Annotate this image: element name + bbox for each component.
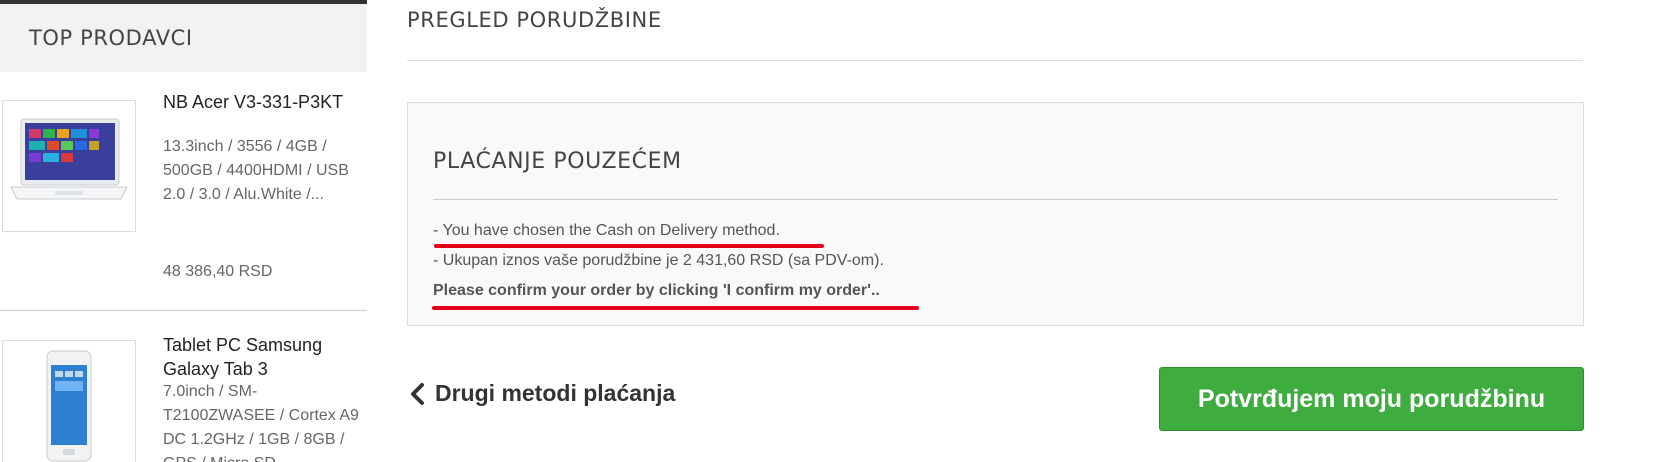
- order-total-info: - Ukupan iznos vaše porudžbine je 2 431,…: [433, 252, 884, 269]
- product-description: 7.0inch / SM-T2100ZWASEE / Cortex A9 DC …: [163, 383, 359, 462]
- sidebar: TOP PRODAVCI NB Acer V3-331-P3KT 13.3inc…: [0, 0, 367, 462]
- product-description: 13.3inch / 3556 / 4GB / 500GB / 4400HDMI…: [163, 138, 349, 203]
- page-title: PREGLED PORUDŽBINE: [407, 8, 662, 32]
- payment-method-panel: PLAĆANJE POUZEĆEM - You have chosen the …: [407, 102, 1584, 326]
- sidebar-header: TOP PRODAVCI: [0, 0, 367, 72]
- red-underline-annotation: [432, 306, 919, 310]
- other-payment-methods-link[interactable]: Drugi metodi plaćanja: [407, 380, 675, 407]
- sidebar-divider: [0, 310, 367, 311]
- tablet-image[interactable]: [2, 340, 136, 462]
- back-link-label[interactable]: Drugi metodi plaćanja: [435, 380, 675, 407]
- panel-divider: [433, 199, 1558, 200]
- chevron-left-icon: [407, 382, 427, 406]
- payment-method-title: PLAĆANJE POUZEĆEM: [433, 149, 682, 174]
- confirm-order-button[interactable]: Potvrđujem moju porudžbinu: [1159, 367, 1584, 431]
- product-price: 48 386,40 RSD: [163, 263, 273, 280]
- laptop-image[interactable]: [2, 100, 136, 232]
- confirm-instruction: Please confirm your order by clicking 'I…: [433, 282, 880, 299]
- product-name[interactable]: NB Acer V3-331-P3KT: [163, 90, 363, 114]
- red-underline-annotation: [434, 244, 824, 248]
- payment-method-info: - You have chosen the Cash on Delivery m…: [433, 222, 780, 239]
- sidebar-title: TOP PRODAVCI: [29, 26, 193, 50]
- title-divider: [407, 60, 1583, 61]
- product-name[interactable]: Tablet PC Samsung Galaxy Tab 3: [163, 333, 363, 381]
